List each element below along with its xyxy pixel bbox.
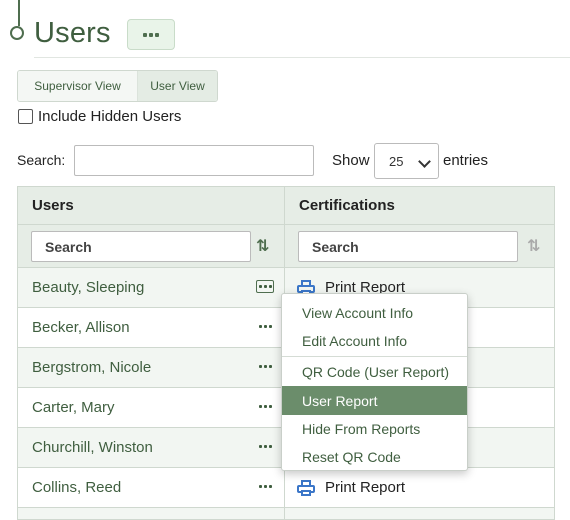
print-report-label: Print Report <box>325 479 406 496</box>
user-name-link[interactable]: Collins, Reed <box>32 479 121 496</box>
column-header-users[interactable]: Users <box>18 187 285 224</box>
row-actions-button[interactable] <box>256 360 274 373</box>
table-filter-row: Search ⇅ Search ⇅ <box>18 225 554 268</box>
include-hidden-checkbox[interactable] <box>18 109 33 124</box>
show-label: Show <box>332 152 370 169</box>
table-row <box>18 508 554 520</box>
menu-item-edit-account[interactable]: Edit Account Info <box>282 327 467 355</box>
ellipsis-icon <box>258 325 272 328</box>
row-actions-button[interactable] <box>256 480 274 493</box>
row-actions-button[interactable] <box>256 440 274 453</box>
column-header-certifications[interactable]: Certifications <box>285 187 554 224</box>
user-view-button[interactable]: User View <box>138 71 217 101</box>
ellipsis-icon <box>258 485 272 488</box>
table-row: Collins, Reed Print Report <box>18 468 554 508</box>
entries-label: entries <box>443 152 489 169</box>
view-toggle: Supervisor View User View <box>17 70 218 102</box>
include-hidden-row: Include Hidden Users <box>18 108 181 125</box>
include-hidden-label[interactable]: Include Hidden Users <box>38 108 181 125</box>
header-divider <box>34 57 570 58</box>
supervisor-view-button[interactable]: Supervisor View <box>18 71 138 101</box>
ellipsis-icon <box>258 285 272 288</box>
user-name-link[interactable]: Bergstrom, Nicole <box>32 359 151 376</box>
entries-select-value: 25 <box>389 153 404 169</box>
certifications-filter-input[interactable]: Search <box>298 231 518 262</box>
chevron-down-icon <box>418 155 431 168</box>
menu-item-reset-qr[interactable]: Reset QR Code <box>282 443 467 471</box>
page-title: Users <box>34 17 111 49</box>
menu-divider <box>282 356 467 357</box>
row-actions-button[interactable] <box>256 320 274 333</box>
print-report-link[interactable]: Print Report <box>285 468 554 507</box>
sort-icon[interactable]: ⇅ <box>527 236 540 256</box>
printer-icon <box>297 479 315 496</box>
page-actions-button[interactable] <box>127 19 175 50</box>
ellipsis-icon <box>258 405 272 408</box>
user-name-link[interactable]: Churchill, Winston <box>32 439 153 456</box>
ellipsis-icon <box>143 32 159 37</box>
user-name-link[interactable]: Beauty, Sleeping <box>32 279 144 296</box>
menu-item-hide-from-reports[interactable]: Hide From Reports <box>282 415 467 443</box>
ellipsis-icon <box>258 445 272 448</box>
user-name-link[interactable]: Carter, Mary <box>32 399 115 416</box>
search-input[interactable] <box>74 145 314 176</box>
row-actions-button[interactable] <box>256 400 274 413</box>
timeline-node-icon <box>10 26 24 40</box>
user-name-link[interactable]: Becker, Allison <box>32 319 130 336</box>
menu-item-view-account[interactable]: View Account Info <box>282 299 467 327</box>
entries-select[interactable]: 25 <box>374 143 439 179</box>
table-header-row: Users Certifications <box>18 187 554 225</box>
users-filter-input[interactable]: Search <box>31 231 251 262</box>
row-actions-button[interactable] <box>256 280 274 293</box>
row-actions-menu: View Account Info Edit Account Info QR C… <box>281 293 468 471</box>
menu-item-qr-code[interactable]: QR Code (User Report) <box>282 358 467 386</box>
ellipsis-icon <box>258 365 272 368</box>
search-label: Search: <box>17 152 66 168</box>
sort-icon[interactable]: ⇅ <box>256 236 269 256</box>
timeline-line <box>18 0 20 26</box>
menu-item-user-report[interactable]: User Report <box>282 386 467 415</box>
